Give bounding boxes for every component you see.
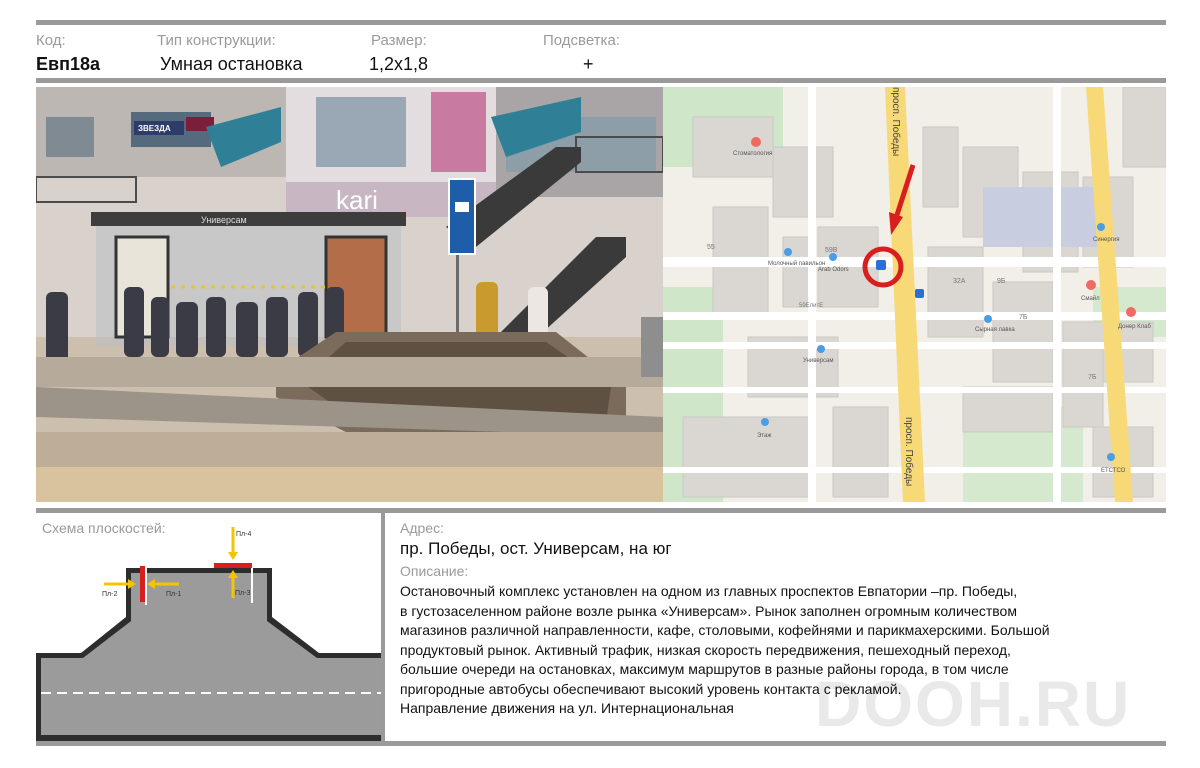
poi-stomatology: Стоматология bbox=[733, 151, 772, 157]
light-value: + bbox=[583, 54, 594, 74]
building-59e: 59ЕлитЕ bbox=[799, 303, 823, 309]
poi-etazh: Этаж bbox=[757, 433, 771, 439]
label-pl2: Пл-2 bbox=[102, 591, 117, 598]
street-label-bottom: просп. Победы bbox=[903, 417, 915, 486]
poi-doner: Донер Клаб bbox=[1118, 324, 1151, 330]
building-7b-2: 7Б bbox=[1088, 374, 1097, 381]
description-line: пригородные автобусы обеспечивают высоки… bbox=[400, 680, 902, 697]
schema-title: Схема плоскостей: bbox=[42, 520, 166, 536]
stop-name-sign: Универсам bbox=[201, 215, 247, 225]
location-map[interactable]: просп. Победы просп. Победы Стоматология… bbox=[663, 87, 1166, 502]
header-bottom-rule bbox=[36, 78, 1166, 83]
poi-synergy: Синергия bbox=[1093, 237, 1119, 243]
type-value: Умная остановка bbox=[160, 54, 303, 74]
poi-arab: Arab Odors bbox=[818, 267, 849, 273]
panel-pl2 bbox=[140, 566, 145, 602]
description-line: Остановочный комплекс установлен на одно… bbox=[400, 583, 1018, 599]
footer-rule bbox=[36, 741, 1166, 746]
description-line: магазинов различной направленности, кафе… bbox=[400, 622, 1050, 638]
poi-cheese: Сырная лавка bbox=[975, 327, 1015, 333]
planes-schema: Пл-2 Пл-1 Пл-3 Пл-4 bbox=[36, 513, 381, 741]
vertical-divider bbox=[381, 513, 385, 741]
kari-sign: kari bbox=[336, 185, 378, 215]
type-label: Тип конструкции: bbox=[157, 32, 276, 49]
code-value: Евп18а bbox=[36, 54, 100, 74]
poi-smile: Смайл bbox=[1081, 295, 1100, 302]
building-7b: 7Б bbox=[1019, 314, 1028, 321]
panel-pl4 bbox=[214, 563, 252, 568]
size-label: Размер: bbox=[371, 32, 427, 49]
label-pl4: Пл-4 bbox=[236, 531, 251, 538]
address-value: пр. Победы, ост. Универсам, на юг bbox=[400, 539, 672, 558]
bus-stop-icon[interactable] bbox=[876, 260, 886, 270]
address-label: Адрес: bbox=[400, 520, 444, 536]
poi-milk: Молочный павильон bbox=[768, 260, 825, 267]
bus-stop-icon-2[interactable] bbox=[915, 289, 924, 298]
description-line: в густозаселенном районе возле рынка «Ун… bbox=[400, 602, 1017, 619]
light-label: Подсветка: bbox=[543, 32, 620, 49]
poi-universam: Универсам bbox=[803, 358, 833, 364]
building-9b: 9Б bbox=[997, 278, 1006, 285]
code-label: Код: bbox=[36, 32, 66, 49]
description-line: Направление движения на ул. Интернациона… bbox=[400, 700, 734, 716]
location-photo: ЗВЕЗДА kari Универсам bbox=[36, 87, 663, 502]
description-line: продуктовый рынок. Активный трафик, низк… bbox=[400, 641, 1011, 658]
description-text: Остановочный комплекс установлен на одно… bbox=[400, 582, 1162, 719]
building-55: 55 bbox=[707, 244, 715, 251]
sign-zvezda: ЗВЕЗДА bbox=[138, 124, 171, 133]
label-pl1: Пл-1 bbox=[166, 591, 181, 598]
poi-etssco: ЕТСТСО bbox=[1101, 468, 1126, 474]
size-value: 1,2x1,8 bbox=[369, 54, 429, 74]
label-pl3: Пл-3 bbox=[235, 590, 250, 597]
street-label-top: просп. Победы bbox=[890, 87, 902, 156]
description-label: Описание: bbox=[400, 563, 469, 579]
header-top-rule bbox=[36, 20, 1166, 25]
building-32a: 32А bbox=[953, 278, 966, 285]
description-line: большие очереди на остановках, максимум … bbox=[400, 661, 1009, 677]
building-59v: 59В bbox=[825, 247, 838, 254]
